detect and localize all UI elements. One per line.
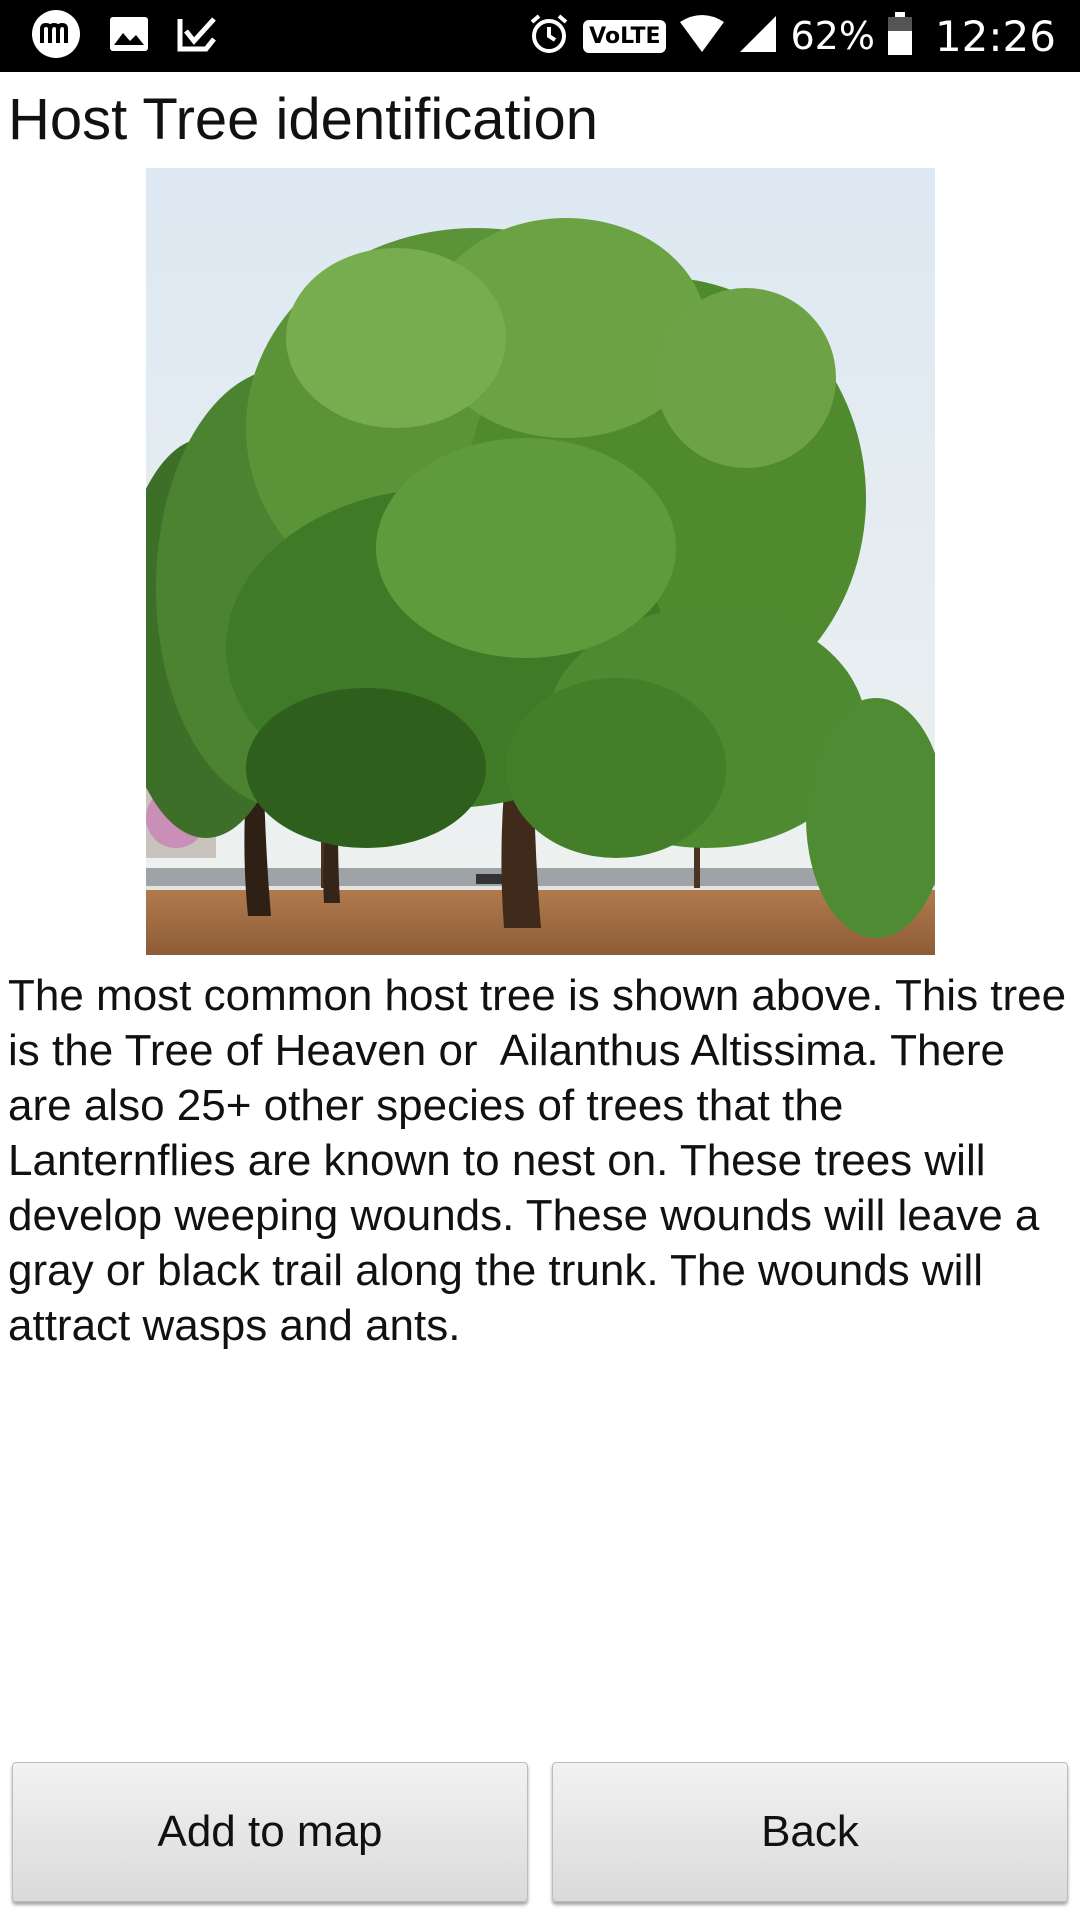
signal-icon bbox=[738, 14, 778, 59]
battery-icon bbox=[887, 11, 913, 61]
back-button[interactable]: Back bbox=[552, 1762, 1068, 1902]
alarm-icon bbox=[527, 12, 571, 61]
wifi-icon bbox=[678, 14, 726, 59]
page-title: Host Tree identification bbox=[8, 87, 598, 152]
image-icon bbox=[108, 13, 150, 60]
status-bar: VoLTE 62% 12:26 bbox=[0, 0, 1080, 72]
m-app-icon bbox=[30, 8, 82, 65]
battery-percent: 62% bbox=[790, 14, 875, 58]
host-tree-photo bbox=[146, 168, 935, 955]
host-tree-description: The most common host tree is shown above… bbox=[8, 971, 1079, 1350]
add-to-map-button[interactable]: Add to map bbox=[12, 1762, 528, 1902]
check-notification-icon bbox=[176, 13, 218, 60]
volte-icon: VoLTE bbox=[583, 19, 667, 53]
clock-time: 12:26 bbox=[934, 11, 1056, 61]
